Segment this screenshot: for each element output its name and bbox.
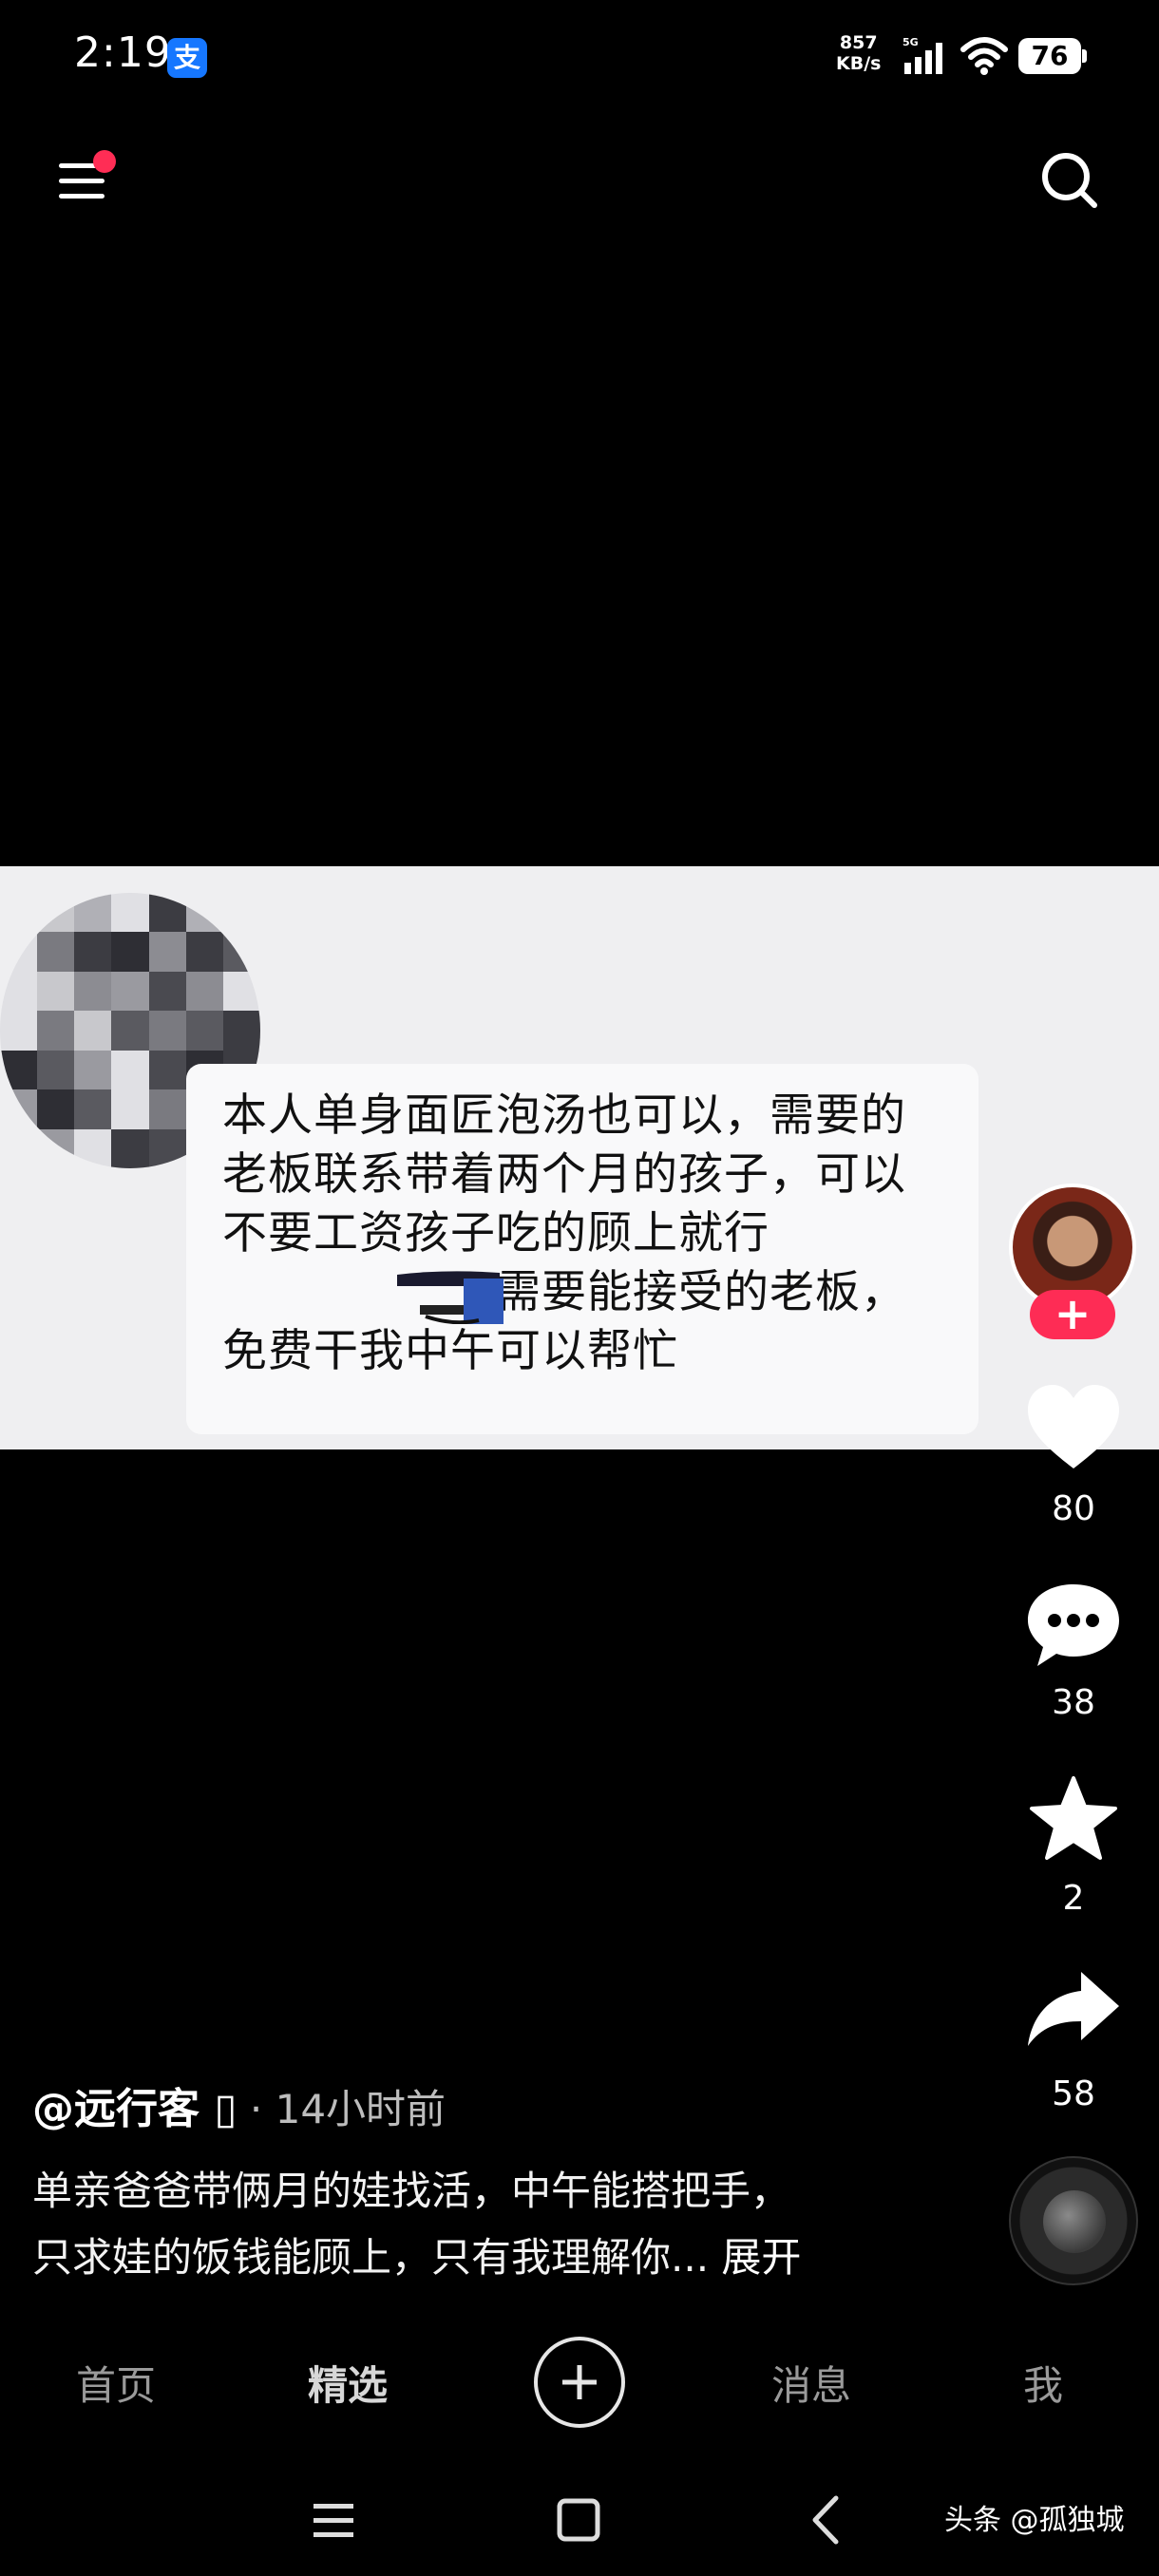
network-speed-value: 857 [839, 32, 878, 53]
status-bar: 2:19 支 857 KB/s 5G 76 [0, 0, 1159, 114]
author-name[interactable]: @远行客 [32, 2085, 214, 2133]
like-heart-icon[interactable] [1024, 1383, 1123, 1474]
wifi-icon [960, 37, 1008, 75]
status-time: 2:19 [74, 28, 172, 77]
nav-messages[interactable]: 消息 [771, 2354, 851, 2412]
music-disc[interactable] [1009, 2156, 1138, 2285]
nav-me[interactable]: 我 [1023, 2354, 1063, 2412]
recent-apps-icon[interactable] [300, 2487, 367, 2553]
alipay-icon: 支 [167, 38, 207, 78]
author-line: @远行客 ▯ · 14小时前 [32, 2074, 446, 2135]
caption-line-1: 单亲爸爸带俩月的娃找活，中午能搭把手， [32, 2168, 791, 2214]
network-speed-unit: KB/s [836, 53, 882, 74]
favorite-count: 2 [1062, 1879, 1085, 1918]
network-speed: 857 KB/s [836, 32, 881, 74]
nav-home[interactable]: 首页 [76, 2354, 156, 2412]
back-chevron-icon[interactable] [794, 2487, 861, 2553]
search-icon[interactable] [1037, 148, 1100, 211]
cellular-signal-icon: 5G [902, 38, 942, 74]
redaction-mark [397, 1271, 504, 1324]
add-post-button[interactable] [534, 2337, 625, 2428]
favorite-star-icon[interactable] [1024, 1774, 1123, 1866]
battery-icon: 76 [1018, 38, 1087, 74]
expand-link[interactable]: 展开 [709, 2234, 801, 2281]
home-square-icon[interactable] [545, 2487, 612, 2553]
comment-icon[interactable] [1024, 1581, 1123, 1672]
share-arrow-icon[interactable] [1024, 1966, 1123, 2057]
post-caption[interactable]: 单亲爸爸带俩月的娃找活，中午能搭把手， 只求娃的饭钱能顾上，只有我理解你... … [32, 2158, 982, 2291]
post-image[interactable]: 本人单身面匠泡汤也可以，需要的 老板联系带着两个月的孩子，可以 不要工资孩子吃的… [0, 866, 1159, 1449]
author-badge-icon: ▯ [214, 2085, 238, 2133]
network-type: 5G [902, 38, 919, 48]
comment-count: 38 [1052, 1683, 1095, 1722]
caption-line-2: 只求娃的饭钱能顾上，只有我理解你... [32, 2234, 710, 2281]
bottom-nav: 首页 精选 消息 我 [0, 2318, 1159, 2441]
notification-dot [93, 150, 116, 173]
battery-level: 76 [1018, 38, 1081, 74]
menu-button[interactable] [55, 150, 118, 207]
follow-button[interactable]: + [1030, 1290, 1115, 1339]
watermark: 头条 @孤独城 [944, 2504, 1125, 2537]
nav-featured[interactable]: 精选 [308, 2354, 388, 2412]
post-separator: · [237, 2086, 276, 2132]
post-message-text: 本人单身面匠泡汤也可以，需要的 老板联系带着两个月的孩子，可以 不要工资孩子吃的… [222, 1089, 906, 1377]
share-count: 58 [1052, 2074, 1095, 2113]
post-time: 14小时前 [275, 2086, 446, 2132]
like-count: 80 [1052, 1489, 1095, 1528]
